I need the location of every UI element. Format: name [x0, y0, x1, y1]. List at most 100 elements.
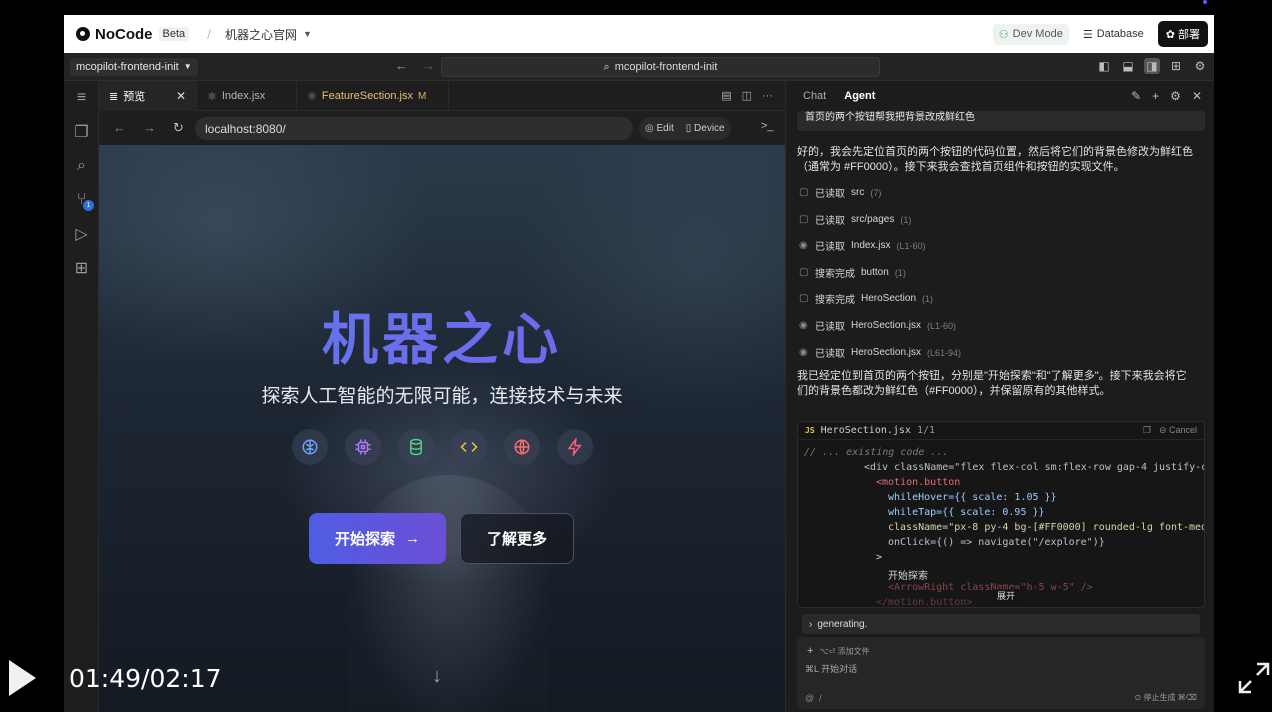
slash-command[interactable]: / [819, 693, 822, 703]
step-meta: (1) [894, 267, 906, 278]
at-icon[interactable]: @ [805, 693, 814, 703]
tab-preview[interactable]: ≣ 预览 ✕ [99, 81, 197, 111]
grid-layout-icon[interactable]: ⊞ [1168, 58, 1184, 74]
chat-input-placeholder: ⌘L 开始对话 [805, 664, 858, 674]
code-progress: 1/1 [916, 425, 936, 436]
step-target: HeroSection.jsx [851, 320, 922, 331]
branch-selector[interactable]: mcopilot-frontend-init ▼ [70, 57, 198, 76]
arrow-right-icon: → [405, 530, 420, 547]
step-action: 搜索完成 [815, 295, 855, 306]
step-item[interactable]: ◉ 已读取 Index.jsx (L1-60) [799, 238, 925, 253]
step-target: button [861, 267, 889, 278]
step-target: src/pages [851, 214, 895, 225]
play-icon[interactable] [9, 660, 36, 696]
assistant-reply: 好的，我会先定位首页的两个按钮的代码位置，然后将它们的背景色修改为鲜红色（通常为… [797, 146, 1193, 173]
settings-gear-icon[interactable]: ⚙ [1170, 89, 1181, 103]
code-line: > [876, 552, 883, 563]
close-icon[interactable]: ✕ [176, 89, 186, 103]
command-search[interactable]: ⌕ mcopilot-frontend-init [441, 57, 880, 77]
tab-featuresection-jsx[interactable]: ⚛ FeatureSection.jsx M [297, 81, 449, 111]
database-button[interactable]: ☰ Database [1077, 24, 1150, 45]
step-item[interactable]: ▢ 已读取 src (7) [799, 185, 881, 200]
step-item[interactable]: ▢ 搜索完成 button (1) [799, 265, 906, 280]
device-button[interactable]: ▯ Device [686, 123, 725, 134]
close-icon[interactable]: ✕ [1192, 89, 1202, 103]
globe-icon [504, 429, 540, 465]
start-explore-button[interactable]: 开始探索 → [309, 513, 446, 564]
tab-chat[interactable]: Chat [803, 90, 826, 102]
fullscreen-icon[interactable] [1237, 661, 1271, 695]
learn-more-button[interactable]: 了解更多 [460, 513, 574, 564]
generating-label: generating. [817, 618, 868, 630]
new-chat-icon[interactable]: ✎ [1131, 89, 1141, 103]
more-icon[interactable]: ··· [762, 90, 773, 102]
step-meta: (L1-60) [927, 320, 957, 331]
project-selector[interactable]: 机器之心官网 [225, 26, 297, 43]
back-arrow-icon[interactable]: ← [395, 58, 408, 73]
device-icon: ▯ [685, 123, 692, 134]
reload-icon[interactable]: ↻ [173, 120, 184, 136]
step-item[interactable]: ▢ 已读取 src/pages (1) [799, 212, 911, 227]
expand-button[interactable]: 展开 [994, 589, 1019, 602]
video-timecode: 01:49/02:17 [69, 664, 222, 693]
copy-icon[interactable]: ❐ [1143, 425, 1151, 435]
deploy-button[interactable]: ✿ 部署 [1157, 21, 1208, 47]
attach-file-button[interactable]: + ⌥⏎ 添加文件 [807, 645, 870, 657]
step-target: HeroSection [861, 293, 917, 304]
agent-panel: Chat Agent ✎ + ⚙ ✕ 首页的两个按钮帮我把背景改成鲜红色 好的，… [785, 81, 1214, 712]
back-arrow-icon[interactable]: ← [113, 120, 126, 136]
edit-button[interactable]: ◎ Edit [645, 123, 674, 134]
search-icon[interactable]: ⌕ [64, 149, 99, 183]
tab-index-jsx[interactable]: ⚛ Index.jsx [197, 81, 297, 111]
explorer-files-icon[interactable]: ❐ [64, 115, 99, 149]
settings-gear-icon[interactable]: ⚙ [1192, 58, 1208, 74]
run-debug-icon[interactable]: ▷ [64, 217, 99, 251]
generating-status[interactable]: › generating. [802, 614, 1200, 634]
learn-more-label: 了解更多 [486, 531, 547, 548]
folder-icon: ▢ [799, 187, 809, 198]
user-message: 首页的两个按钮帮我把背景改成鲜红色 [797, 111, 1205, 131]
plus-icon[interactable]: + [1152, 89, 1159, 103]
extensions-icon[interactable]: ⊞ [64, 251, 99, 285]
menu-icon[interactable]: ≡ [64, 81, 99, 115]
code-line: </motion.button> [876, 597, 973, 608]
forward-arrow-icon[interactable]: → [422, 58, 435, 73]
deploy-label: 部署 [1178, 29, 1200, 41]
code-diff-block: JS HeroSection.jsx 1/1 ❐ ⊖ Cancel // ... … [797, 421, 1205, 608]
preview-address-bar[interactable]: localhost:8080/ [195, 117, 633, 140]
logo[interactable]: NoCode Beta [76, 26, 190, 43]
tab-agent[interactable]: Agent [844, 90, 875, 102]
tab-label: 预览 [123, 91, 146, 103]
source-control-icon[interactable]: ⑂ 1 [64, 183, 99, 217]
cancel-button[interactable]: ❐ ⊖ Cancel [1143, 425, 1197, 436]
chevron-down-icon[interactable]: ▼ [303, 29, 312, 39]
feature-icons [292, 429, 593, 465]
sidebar-layout-icon[interactable]: ◧ [1096, 58, 1112, 74]
brain-icon [292, 429, 328, 465]
source-control-badge: 1 [83, 200, 94, 211]
step-item[interactable]: ◉ 已读取 HeroSection.jsx (L1-60) [799, 318, 956, 333]
preview-icon: ≣ [109, 90, 119, 103]
chat-panel-icon[interactable]: ◨ [1144, 58, 1160, 74]
step-item[interactable]: ◉ 已读取 HeroSection.jsx (L61-94) [799, 345, 961, 360]
step-action: 搜索完成 [815, 269, 855, 280]
folder-icon: ▢ [799, 214, 809, 225]
split-editor-icon[interactable]: ◫ [742, 89, 752, 102]
input-mode-controls[interactable]: @ / [805, 693, 822, 703]
bottom-panel-icon[interactable]: ⬓ [1120, 58, 1136, 74]
step-item[interactable]: ▢ 搜索完成 HeroSection (1) [799, 291, 933, 306]
scroll-down-arrow-icon[interactable]: ↓ [432, 665, 442, 688]
forward-arrow-icon[interactable]: → [143, 120, 156, 136]
hero-title: 机器之心 [99, 295, 785, 376]
attach-file-label: ⌥⏎ 添加文件 [819, 646, 870, 656]
eye-icon: ◉ [799, 240, 808, 251]
dev-mode-button[interactable]: ⚇ Dev Mode [992, 23, 1069, 45]
stop-generating-button[interactable]: ⊙ 停止生成 ⌘⌫ [1135, 692, 1197, 703]
step-meta: (7) [870, 187, 882, 198]
step-action: 已读取 [815, 189, 845, 200]
code-block-header: JS HeroSection.jsx 1/1 ❐ ⊖ Cancel [798, 422, 1204, 440]
chat-input[interactable]: + ⌥⏎ 添加文件 ⌘L 开始对话 @ / ⊙ 停止生成 ⌘⌫ [797, 637, 1205, 709]
edit-label: Edit [656, 123, 674, 134]
open-preview-icon[interactable]: ▤ [721, 89, 731, 102]
terminal-icon[interactable]: >_ [761, 120, 774, 132]
